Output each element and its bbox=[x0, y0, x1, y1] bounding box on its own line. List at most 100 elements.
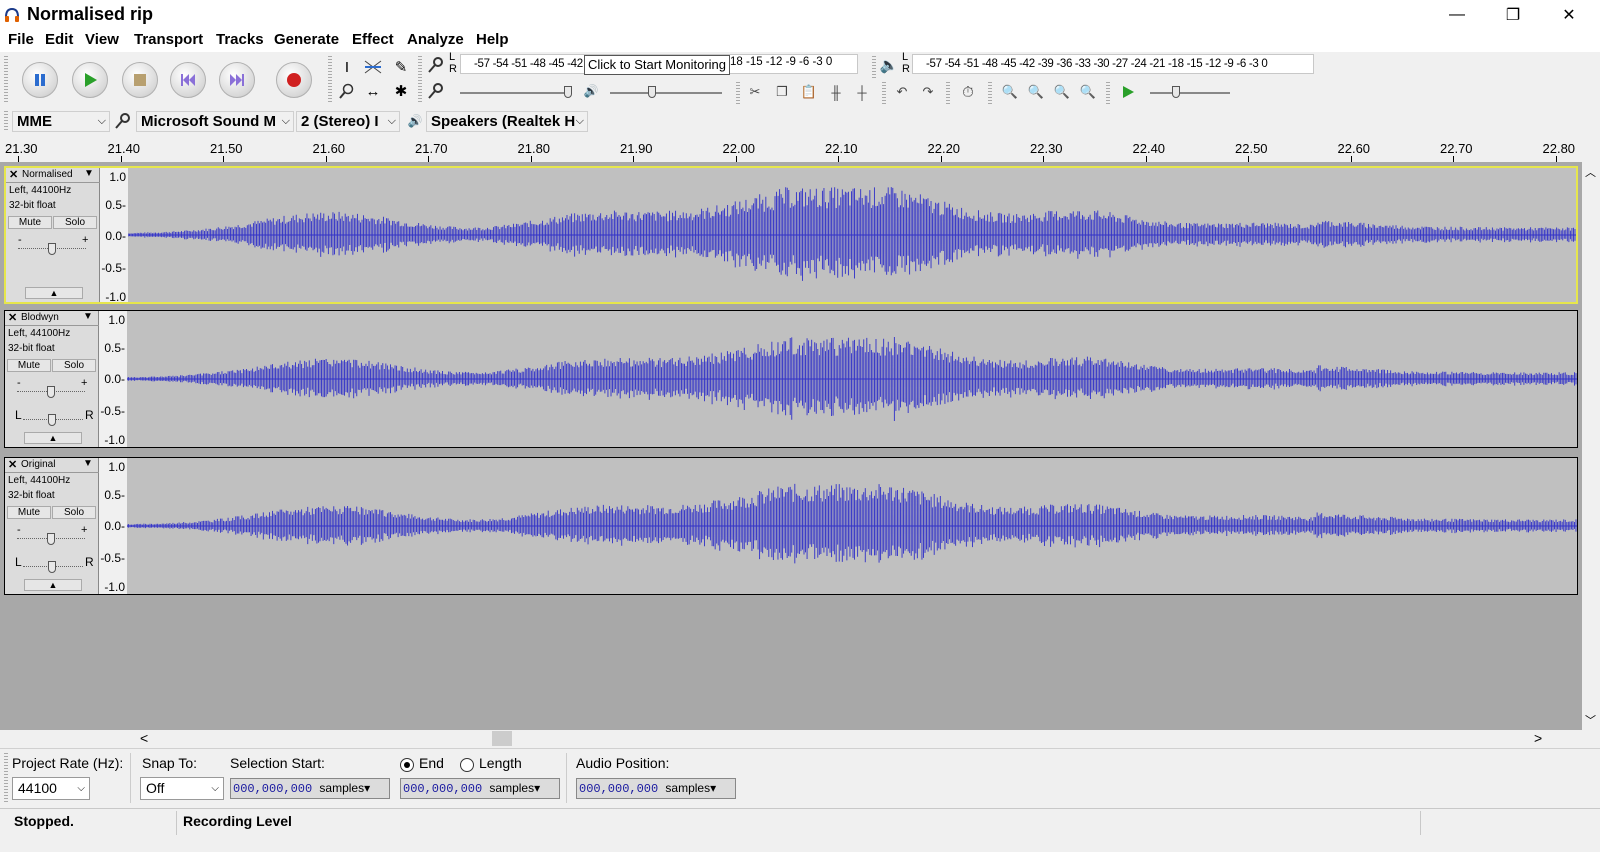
snap-to-select[interactable]: Off ⌵ bbox=[140, 777, 224, 800]
fit-project-icon[interactable]: 🔍 bbox=[1078, 82, 1098, 102]
mute-button[interactable]: Mute bbox=[7, 359, 51, 372]
time-shift-tool-icon[interactable]: ↔ bbox=[362, 80, 384, 102]
close-icon[interactable]: ✕ bbox=[8, 311, 17, 324]
scroll-up-icon[interactable]: ︿ bbox=[1585, 164, 1596, 180]
sync-lock-icon[interactable]: ⏱ bbox=[958, 82, 978, 102]
length-radio[interactable] bbox=[460, 758, 474, 772]
toolbar-grip[interactable] bbox=[4, 753, 8, 803]
menu-tracks[interactable]: Tracks bbox=[216, 31, 264, 48]
scroll-left-icon[interactable]: < bbox=[140, 730, 148, 746]
amplitude-scale[interactable]: 1.0 0.5- 0.0- -0.5- -1.0 bbox=[99, 311, 127, 447]
record-button[interactable] bbox=[276, 62, 312, 98]
menu-file[interactable]: File bbox=[8, 31, 34, 48]
audio-track[interactable]: ✕ Normalised ▼ Left, 44100Hz 32-bit floa… bbox=[4, 166, 1578, 304]
input-volume-slider[interactable] bbox=[460, 92, 572, 94]
unit-dropdown-icon[interactable]: ▾ bbox=[534, 781, 540, 795]
toolbar-grip[interactable] bbox=[736, 82, 740, 104]
envelope-tool-icon[interactable] bbox=[362, 56, 384, 78]
collapse-track-button[interactable]: ▲ bbox=[24, 432, 82, 444]
close-icon[interactable]: ✕ bbox=[9, 168, 18, 181]
waveform-display[interactable] bbox=[128, 168, 1576, 302]
vertical-scrollbar[interactable]: ︿ ﹀ bbox=[1582, 162, 1600, 730]
gain-thumb[interactable] bbox=[48, 243, 56, 255]
undo-icon[interactable]: ↶ bbox=[892, 82, 912, 102]
menu-analyze[interactable]: Analyze bbox=[407, 31, 464, 48]
gain-thumb[interactable] bbox=[47, 386, 55, 398]
track-name[interactable]: Original bbox=[21, 459, 55, 470]
track-name[interactable]: Blodwyn bbox=[21, 312, 59, 323]
toolbar-grip[interactable] bbox=[1106, 82, 1110, 104]
fit-selection-icon[interactable]: 🔍 bbox=[1052, 82, 1072, 102]
input-volume-thumb[interactable] bbox=[564, 86, 572, 98]
silence-icon[interactable]: ┼ bbox=[852, 82, 872, 102]
track-name-bar[interactable]: ✕ Original ▼ bbox=[5, 458, 99, 473]
toolbar-grip[interactable] bbox=[872, 56, 876, 78]
track-name[interactable]: Normalised bbox=[22, 169, 73, 180]
amplitude-scale[interactable]: 1.0 0.5- 0.0- -0.5- -1.0 bbox=[99, 458, 127, 594]
horizontal-scroll-thumb[interactable] bbox=[492, 731, 512, 746]
scroll-right-icon[interactable]: > bbox=[1534, 730, 1542, 746]
zoom-in-icon[interactable]: 🔍 bbox=[1000, 82, 1020, 102]
close-icon[interactable]: ✕ bbox=[8, 458, 17, 471]
skip-to-start-button[interactable] bbox=[170, 62, 206, 98]
menu-view[interactable]: View bbox=[85, 31, 119, 48]
playback-device-select[interactable]: Speakers (Realtek H ⌵ bbox=[426, 111, 588, 132]
horizontal-scrollbar[interactable]: < > bbox=[130, 730, 1550, 748]
pan-thumb[interactable] bbox=[48, 414, 56, 426]
toolbar-grip[interactable] bbox=[4, 111, 8, 131]
collapse-track-button[interactable]: ▲ bbox=[24, 579, 82, 591]
playback-meter[interactable]: -57 -54 -51 -48 -45 -42 -39 -36 -33 -30 … bbox=[912, 54, 1314, 74]
toolbar-grip[interactable] bbox=[418, 56, 422, 104]
solo-button[interactable]: Solo bbox=[53, 216, 97, 229]
audio-host-select[interactable]: MME ⌵ bbox=[12, 111, 110, 132]
copy-icon[interactable]: ❐ bbox=[772, 82, 792, 102]
toolbar-grip[interactable] bbox=[328, 56, 332, 104]
track-name-bar[interactable]: ✕ Normalised ▼ bbox=[6, 168, 100, 183]
output-volume-slider[interactable] bbox=[610, 92, 722, 94]
mute-button[interactable]: Mute bbox=[8, 216, 52, 229]
stop-button[interactable] bbox=[122, 62, 158, 98]
minimize-button[interactable]: — bbox=[1434, 0, 1480, 30]
menu-help[interactable]: Help bbox=[476, 31, 509, 48]
mute-button[interactable]: Mute bbox=[7, 506, 51, 519]
play-speed-thumb[interactable] bbox=[1172, 86, 1180, 98]
project-rate-select[interactable]: 44100 ⌵ bbox=[12, 777, 90, 800]
audio-position-field[interactable]: 000,000,000 samples▾ bbox=[576, 778, 736, 799]
skip-to-end-button[interactable] bbox=[219, 62, 255, 98]
close-button[interactable]: ✕ bbox=[1546, 0, 1592, 30]
draw-tool-icon[interactable]: ✎ bbox=[390, 56, 412, 78]
audio-track[interactable]: ✕ Blodwyn ▼ Left, 44100Hz 32-bit float M… bbox=[4, 310, 1578, 448]
play-speed-slider[interactable] bbox=[1150, 92, 1230, 94]
waveform-display[interactable] bbox=[127, 311, 1577, 447]
pause-button[interactable] bbox=[22, 62, 58, 98]
toolbar-grip[interactable] bbox=[4, 56, 8, 104]
track-menu-dropdown-icon[interactable]: ▼ bbox=[84, 168, 94, 179]
track-menu-dropdown-icon[interactable]: ▼ bbox=[83, 311, 93, 322]
timeline-ruler[interactable]: 21.30 21.40 21.50 21.60 21.70 21.80 21.90 22.00… bbox=[0, 134, 1600, 163]
pan-thumb[interactable] bbox=[48, 561, 56, 573]
amplitude-scale[interactable]: 1.0 0.5- 0.0- -0.5- -1.0 bbox=[100, 168, 128, 304]
gain-thumb[interactable] bbox=[47, 533, 55, 545]
output-volume-thumb[interactable] bbox=[648, 86, 656, 98]
multi-tool-icon[interactable]: ✱ bbox=[390, 80, 412, 102]
track-menu-dropdown-icon[interactable]: ▼ bbox=[83, 458, 93, 469]
menu-edit[interactable]: Edit bbox=[45, 31, 73, 48]
cut-icon[interactable]: ✂ bbox=[745, 82, 765, 102]
end-radio[interactable] bbox=[400, 758, 414, 772]
zoom-out-icon[interactable]: 🔍 bbox=[1026, 82, 1046, 102]
paste-icon[interactable]: 📋 bbox=[799, 82, 819, 102]
speaker-icon[interactable]: 🔈 bbox=[878, 54, 900, 76]
menu-effect[interactable]: Effect bbox=[352, 31, 394, 48]
unit-dropdown-icon[interactable]: ▾ bbox=[364, 781, 370, 795]
track-name-bar[interactable]: ✕ Blodwyn ▼ bbox=[5, 311, 99, 326]
scroll-down-icon[interactable]: ﹀ bbox=[1585, 712, 1596, 728]
solo-button[interactable]: Solo bbox=[52, 359, 96, 372]
selection-tool-icon[interactable]: I bbox=[336, 56, 358, 78]
menu-transport[interactable]: Transport bbox=[134, 31, 203, 48]
audio-track[interactable]: ✕ Original ▼ Left, 44100Hz 32-bit float … bbox=[4, 457, 1578, 595]
zoom-tool-icon[interactable] bbox=[336, 80, 358, 102]
unit-dropdown-icon[interactable]: ▾ bbox=[710, 781, 716, 795]
microphone-icon[interactable] bbox=[425, 54, 447, 76]
play-at-speed-button[interactable] bbox=[1118, 82, 1138, 102]
maximize-button[interactable]: ❐ bbox=[1490, 0, 1536, 30]
